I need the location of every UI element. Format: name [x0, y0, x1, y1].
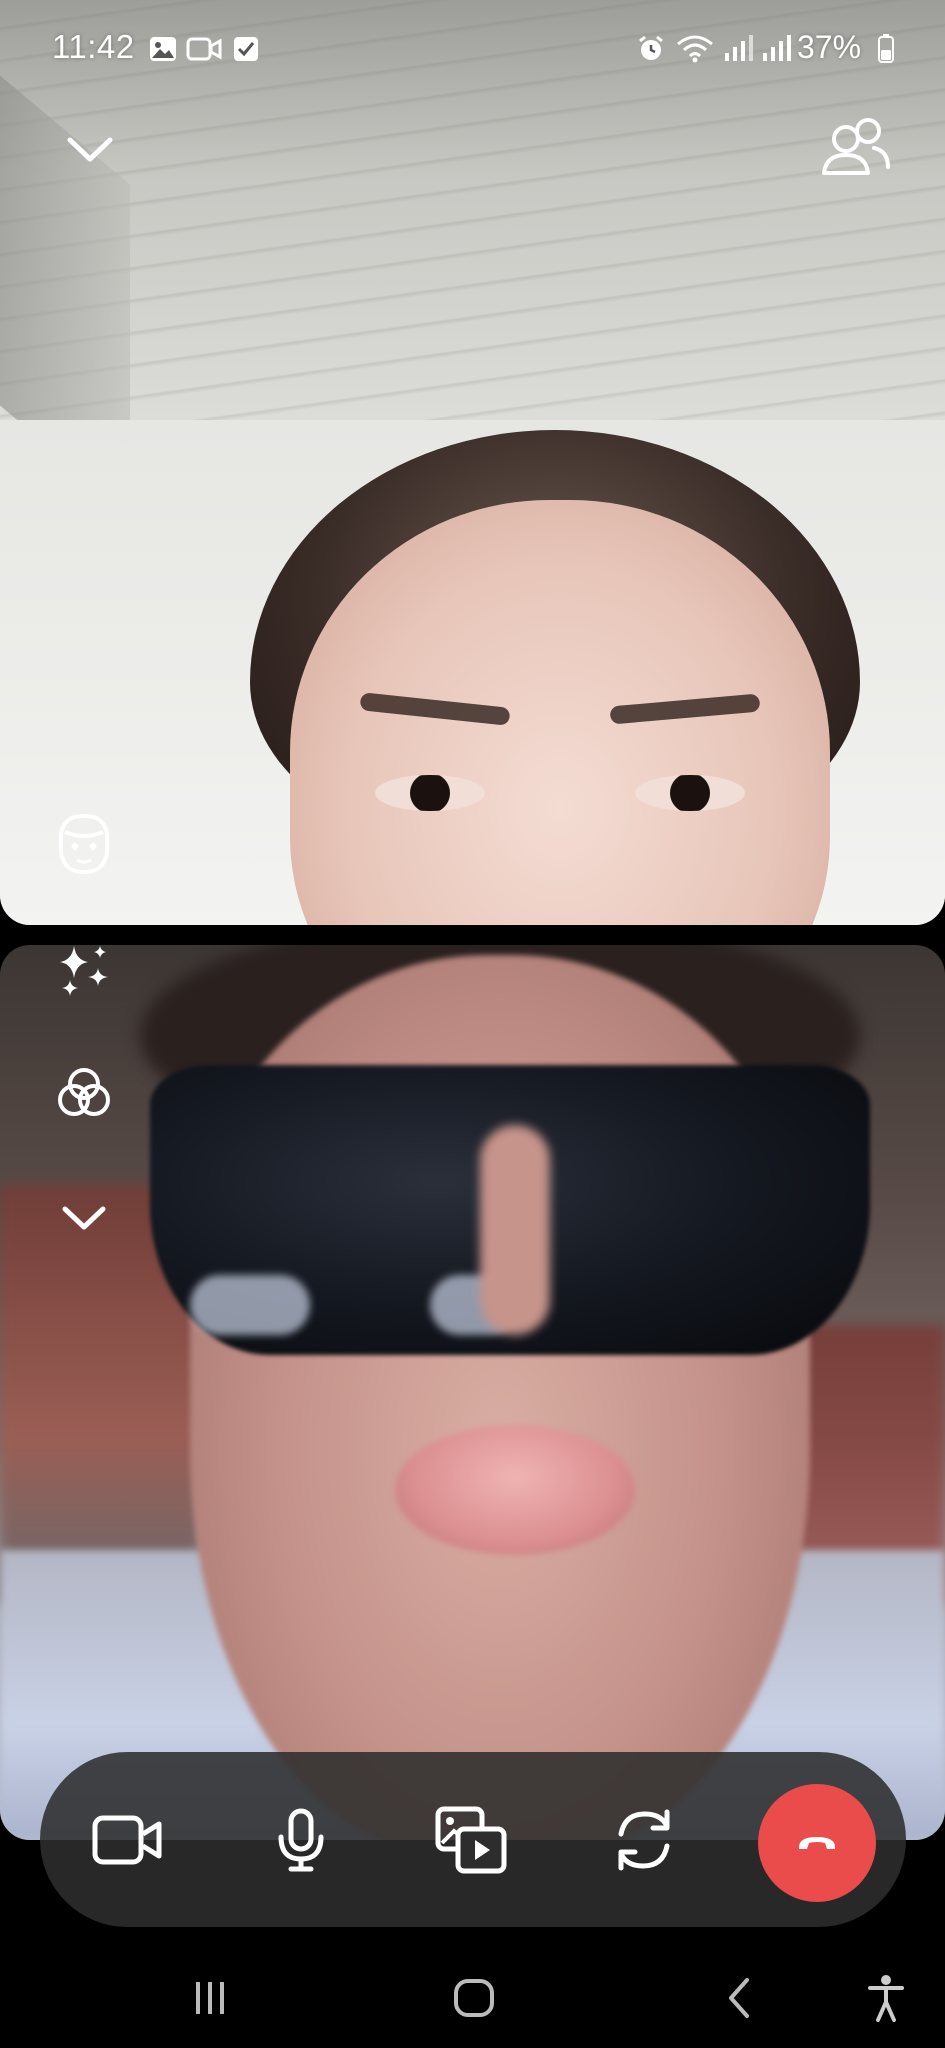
sparkles-icon[interactable] — [50, 936, 118, 1004]
accessibility-icon — [866, 1974, 906, 2022]
flip-camera-button[interactable] — [584, 1752, 704, 1927]
status-time: 11:42 — [52, 28, 135, 65]
remote-video-tile[interactable] — [0, 0, 945, 925]
accessibility-button[interactable] — [836, 1968, 936, 2028]
battery-icon — [877, 32, 895, 64]
video-call-screen: 11:42 37% — [0, 0, 945, 2048]
home-icon — [452, 1978, 496, 2018]
remote-participant-video — [250, 430, 860, 925]
signal-icon — [758, 32, 794, 64]
battery-percent: 37% — [797, 29, 862, 65]
microphone-icon — [274, 1807, 328, 1873]
recent-apps-button[interactable] — [160, 1968, 260, 2028]
face-effect-icon[interactable] — [48, 808, 120, 880]
home-button[interactable] — [424, 1968, 524, 2028]
gallery-icon — [148, 34, 178, 64]
call-control-bar — [40, 1752, 906, 1927]
share-media-button[interactable] — [411, 1752, 531, 1927]
video-camera-icon — [91, 1812, 165, 1868]
chevron-down-icon[interactable] — [58, 125, 122, 173]
alarm-icon — [636, 34, 666, 64]
flip-camera-icon — [609, 1806, 679, 1874]
recent-apps-icon — [190, 1978, 230, 2018]
signal-icon — [720, 32, 756, 64]
checkbox-icon — [232, 34, 260, 64]
self-video-tile[interactable] — [0, 945, 945, 1840]
microphone-button[interactable] — [241, 1752, 361, 1927]
end-call-button[interactable] — [758, 1784, 876, 1902]
back-icon — [725, 1976, 755, 2020]
back-button[interactable] — [690, 1968, 790, 2028]
share-media-icon — [434, 1805, 508, 1875]
filters-icon[interactable] — [50, 1060, 118, 1128]
people-icon[interactable] — [815, 112, 895, 184]
wifi-icon — [675, 32, 715, 64]
chevron-down-icon[interactable] — [52, 1196, 116, 1240]
video-icon — [186, 34, 222, 64]
status-bar: 11:42 37% — [0, 0, 945, 100]
system-navigation-bar — [0, 1948, 945, 2048]
video-camera-button[interactable] — [68, 1752, 188, 1927]
end-call-icon — [795, 1833, 839, 1853]
